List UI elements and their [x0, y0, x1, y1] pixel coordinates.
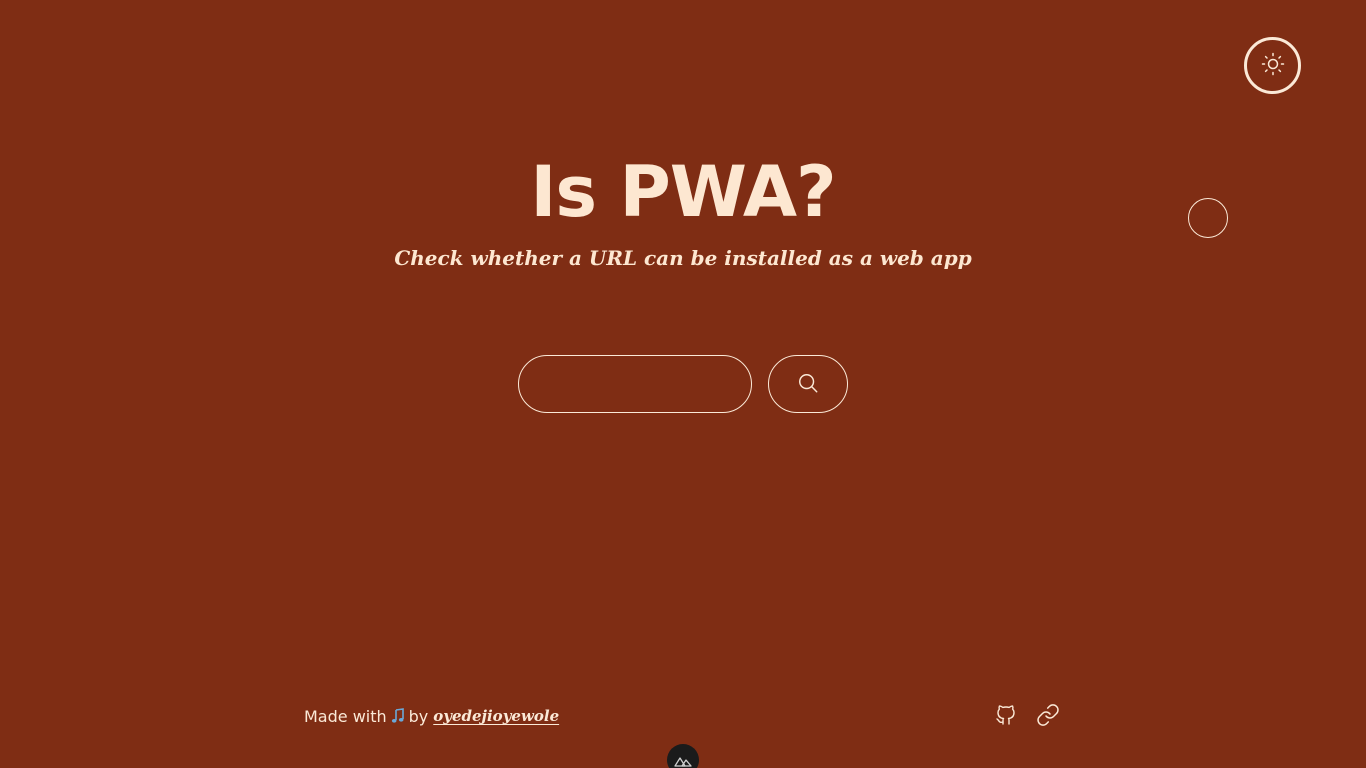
github-icon[interactable] [994, 703, 1018, 727]
nuxt-logo-icon [674, 752, 692, 768]
theme-toggle-button[interactable] [1244, 37, 1301, 94]
made-with-label: Made with [304, 706, 387, 726]
link-icon[interactable] [1036, 703, 1060, 727]
url-input[interactable] [518, 355, 752, 413]
page-subtitle: Check whether a URL can be installed as … [394, 246, 972, 270]
search-button[interactable] [768, 355, 848, 413]
nuxt-devtools-button[interactable] [667, 744, 699, 768]
footer-social-links [994, 703, 1060, 727]
footer-credits: Made with by oyedejioyewole [304, 704, 559, 728]
music-note-icon [390, 707, 406, 725]
author-link[interactable]: oyedejioyewole [433, 707, 559, 725]
sun-icon [1261, 52, 1285, 80]
search-icon [797, 372, 819, 397]
by-label: by [408, 706, 429, 726]
page-title: Is PWA? [530, 151, 836, 233]
